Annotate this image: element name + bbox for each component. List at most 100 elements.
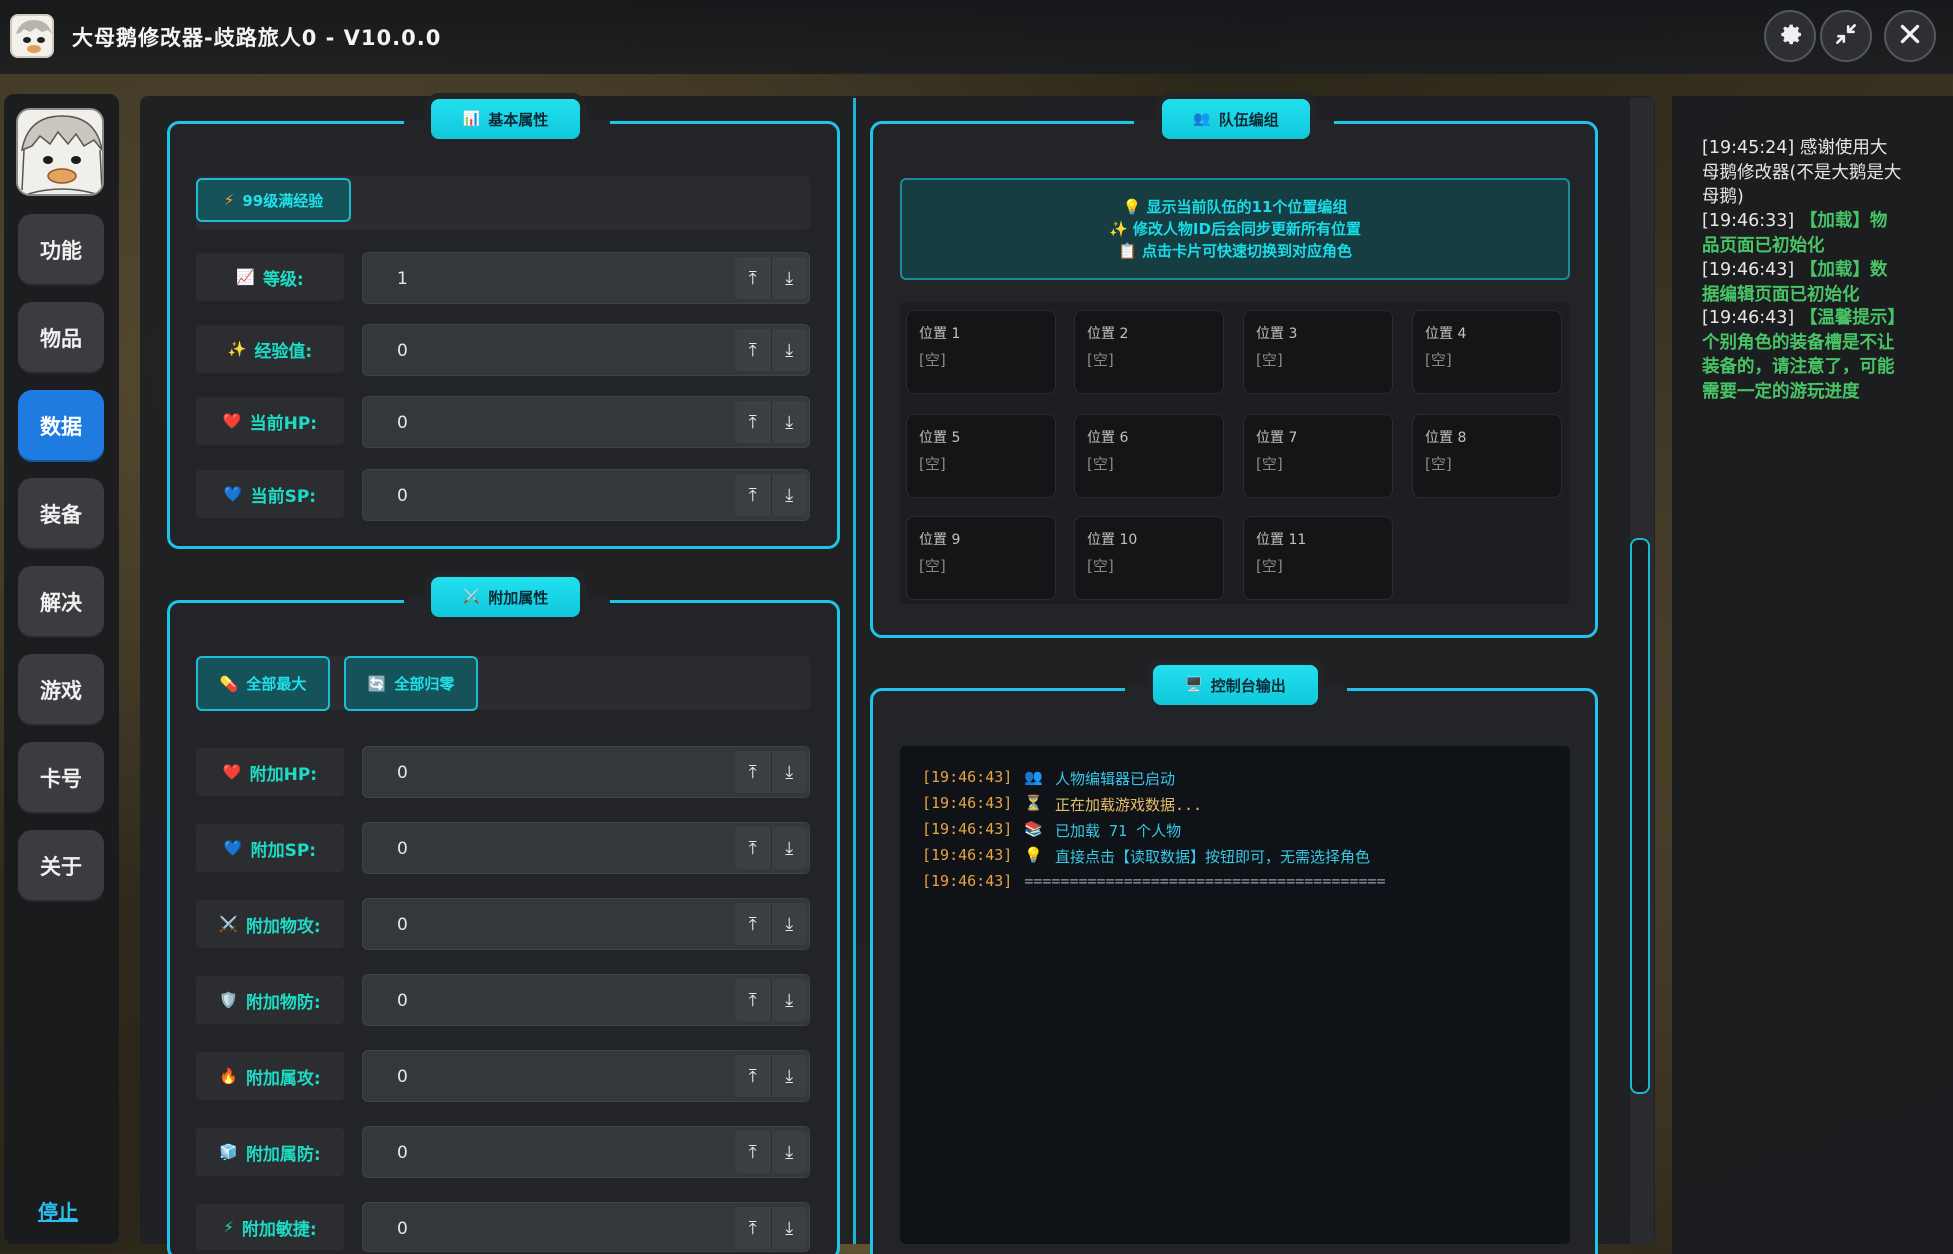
min-arrow-icon[interactable]: ⤓ (770, 474, 808, 516)
chart-icon: 📈 (236, 268, 255, 286)
team-slot-3[interactable]: 位置 3 [空] (1243, 310, 1393, 394)
team-slot-4[interactable]: 位置 4 [空] (1412, 310, 1562, 394)
slot-name: 位置 4 (1425, 326, 1467, 342)
gear-icon (1776, 20, 1804, 52)
max-arrow-icon[interactable]: ⤒ (735, 1207, 771, 1249)
extra-agi-input[interactable]: 0 ⤒ ⤓ (362, 1202, 810, 1252)
tab-extra-attributes[interactable]: ⚔️ 附加属性 (431, 577, 580, 617)
nav-item-game[interactable]: 游戏 (18, 654, 104, 726)
stop-link[interactable]: 停止 (38, 1196, 78, 1225)
team-slot-11[interactable]: 位置 11 [空] (1243, 516, 1393, 600)
extra-sp-label: 💙 附加SP: (196, 824, 344, 872)
compress-button[interactable] (1820, 10, 1872, 62)
min-arrow-icon[interactable]: ⤓ (770, 751, 808, 793)
monitor-icon: 🖥️ (1185, 677, 1203, 693)
team-slot-5[interactable]: 位置 5 [空] (906, 414, 1056, 498)
console-timestamp: [19:46:43] (922, 768, 1013, 786)
extra-hp-label-text: 附加HP: (249, 764, 318, 785)
extra-pdef-value: 0 (397, 991, 408, 1011)
max-all-button-label: 全部最大 (246, 675, 307, 693)
max-arrow-icon[interactable]: ⤒ (735, 751, 771, 793)
console-message: 人物编辑器已启动 (1055, 770, 1176, 788)
extra-sp-input[interactable]: 0 ⤒ ⤓ (362, 822, 810, 874)
cube-icon: 🧊 (219, 1143, 238, 1161)
min-arrow-icon[interactable]: ⤓ (770, 1207, 808, 1249)
nav-item-equipment[interactable]: 装备 (18, 478, 104, 550)
hp-stepper: ⤒ ⤓ (735, 401, 807, 443)
app-title: 大母鹅修改器-歧路旅人0 - V10.0.0 (72, 26, 442, 50)
nav-item-data[interactable]: 数据 (18, 390, 104, 462)
min-arrow-icon[interactable]: ⤓ (770, 401, 808, 443)
max-arrow-icon[interactable]: ⤒ (735, 827, 771, 869)
max-arrow-icon[interactable]: ⤒ (735, 1131, 771, 1173)
team-slot-8[interactable]: 位置 8 [空] (1412, 414, 1562, 498)
tab-console[interactable]: 🖥️ 控制台输出 (1153, 665, 1318, 705)
max-arrow-icon[interactable]: ⤒ (735, 1055, 771, 1097)
scrollbar-thumb[interactable] (1630, 538, 1650, 1094)
team-slot-7[interactable]: 位置 7 [空] (1243, 414, 1393, 498)
sp-input[interactable]: 0 ⤒ ⤓ (362, 469, 810, 521)
reset-all-button-label: 全部归零 (394, 675, 455, 693)
min-arrow-icon[interactable]: ⤓ (770, 903, 808, 945)
exp-input[interactable]: 0 ⤒ ⤓ (362, 324, 810, 376)
min-arrow-icon[interactable]: ⤓ (770, 827, 808, 869)
log-entry: [19:46:43] 【温馨提示】个别角色的装备槽是不让装备的，请注意了，可能需… (1702, 306, 1902, 404)
slot-name: 位置 9 (919, 532, 961, 548)
level-input[interactable]: 1 ⤒ ⤓ (362, 252, 810, 304)
extra-agi-stepper: ⤒ ⤓ (735, 1207, 807, 1249)
extra-eatk-value: 0 (397, 1067, 408, 1087)
team-slot-1[interactable]: 位置 1 [空] (906, 310, 1056, 394)
tab-team-label: 队伍编组 (1218, 110, 1279, 129)
extra-edef-input[interactable]: 0 ⤒ ⤓ (362, 1126, 810, 1178)
slot-value: [空] (1256, 557, 1283, 575)
close-button[interactable] (1884, 10, 1936, 62)
settings-button[interactable] (1764, 10, 1816, 62)
tab-basic-attributes[interactable]: 📊 基本属性 (431, 99, 580, 139)
hp-input[interactable]: 0 ⤒ ⤓ (362, 396, 810, 448)
reset-all-button[interactable]: 🔄 全部归零 (344, 656, 478, 711)
max-exp-button[interactable]: ⚡ 99级满经验 (196, 178, 351, 222)
extra-eatk-input[interactable]: 0 ⤒ ⤓ (362, 1050, 810, 1102)
nav-item-items[interactable]: 物品 (18, 302, 104, 374)
console-message: 正在加载游戏数据... (1055, 796, 1203, 814)
max-arrow-icon[interactable]: ⤒ (735, 257, 771, 299)
max-all-button[interactable]: 💊 全部最大 (196, 656, 330, 711)
min-arrow-icon[interactable]: ⤓ (770, 1055, 808, 1097)
books-icon: 📚 (1024, 820, 1043, 838)
log-time: [19:46:43] (1702, 260, 1795, 280)
min-arrow-icon[interactable]: ⤓ (770, 257, 808, 299)
log-time: [19:46:43] (1702, 308, 1795, 328)
max-arrow-icon[interactable]: ⤒ (735, 474, 771, 516)
max-arrow-icon[interactable]: ⤒ (735, 401, 771, 443)
team-slot-6[interactable]: 位置 6 [空] (1074, 414, 1224, 498)
extra-patk-input[interactable]: 0 ⤒ ⤓ (362, 898, 810, 950)
extra-sp-value: 0 (397, 839, 408, 859)
extra-hp-input[interactable]: 0 ⤒ ⤓ (362, 746, 810, 798)
min-arrow-icon[interactable]: ⤓ (770, 1131, 808, 1173)
nav-item-function[interactable]: 功能 (18, 214, 104, 286)
slot-name: 位置 11 (1256, 532, 1307, 548)
team-slot-2[interactable]: 位置 2 [空] (1074, 310, 1224, 394)
extra-hp-stepper: ⤒ ⤓ (735, 751, 807, 793)
max-arrow-icon[interactable]: ⤒ (735, 979, 771, 1021)
extra-edef-stepper: ⤒ ⤓ (735, 1131, 807, 1173)
min-arrow-icon[interactable]: ⤓ (770, 329, 808, 371)
max-arrow-icon[interactable]: ⤒ (735, 903, 771, 945)
exp-label: ✨ 经验值: (196, 325, 344, 373)
console-line: [19:46:43] ⏳ 正在加载游戏数据... (922, 794, 1570, 820)
hp-label: ❤️ 当前HP: (196, 397, 344, 445)
max-arrow-icon[interactable]: ⤒ (735, 329, 771, 371)
min-arrow-icon[interactable]: ⤓ (770, 979, 808, 1021)
people-icon: 👥 (1024, 768, 1043, 786)
crossed-swords-icon: ⚔️ (462, 589, 481, 605)
extra-pdef-label-text: 附加物防: (245, 992, 321, 1013)
slot-value: [空] (1087, 351, 1114, 369)
nav-item-card[interactable]: 卡号 (18, 742, 104, 814)
slot-value: [空] (1256, 455, 1283, 473)
team-slot-10[interactable]: 位置 10 [空] (1074, 516, 1224, 600)
team-slot-9[interactable]: 位置 9 [空] (906, 516, 1056, 600)
nav-item-solve[interactable]: 解决 (18, 566, 104, 638)
nav-item-about[interactable]: 关于 (18, 830, 104, 902)
extra-pdef-input[interactable]: 0 ⤒ ⤓ (362, 974, 810, 1026)
tab-team[interactable]: 👥 队伍编组 (1162, 99, 1310, 139)
